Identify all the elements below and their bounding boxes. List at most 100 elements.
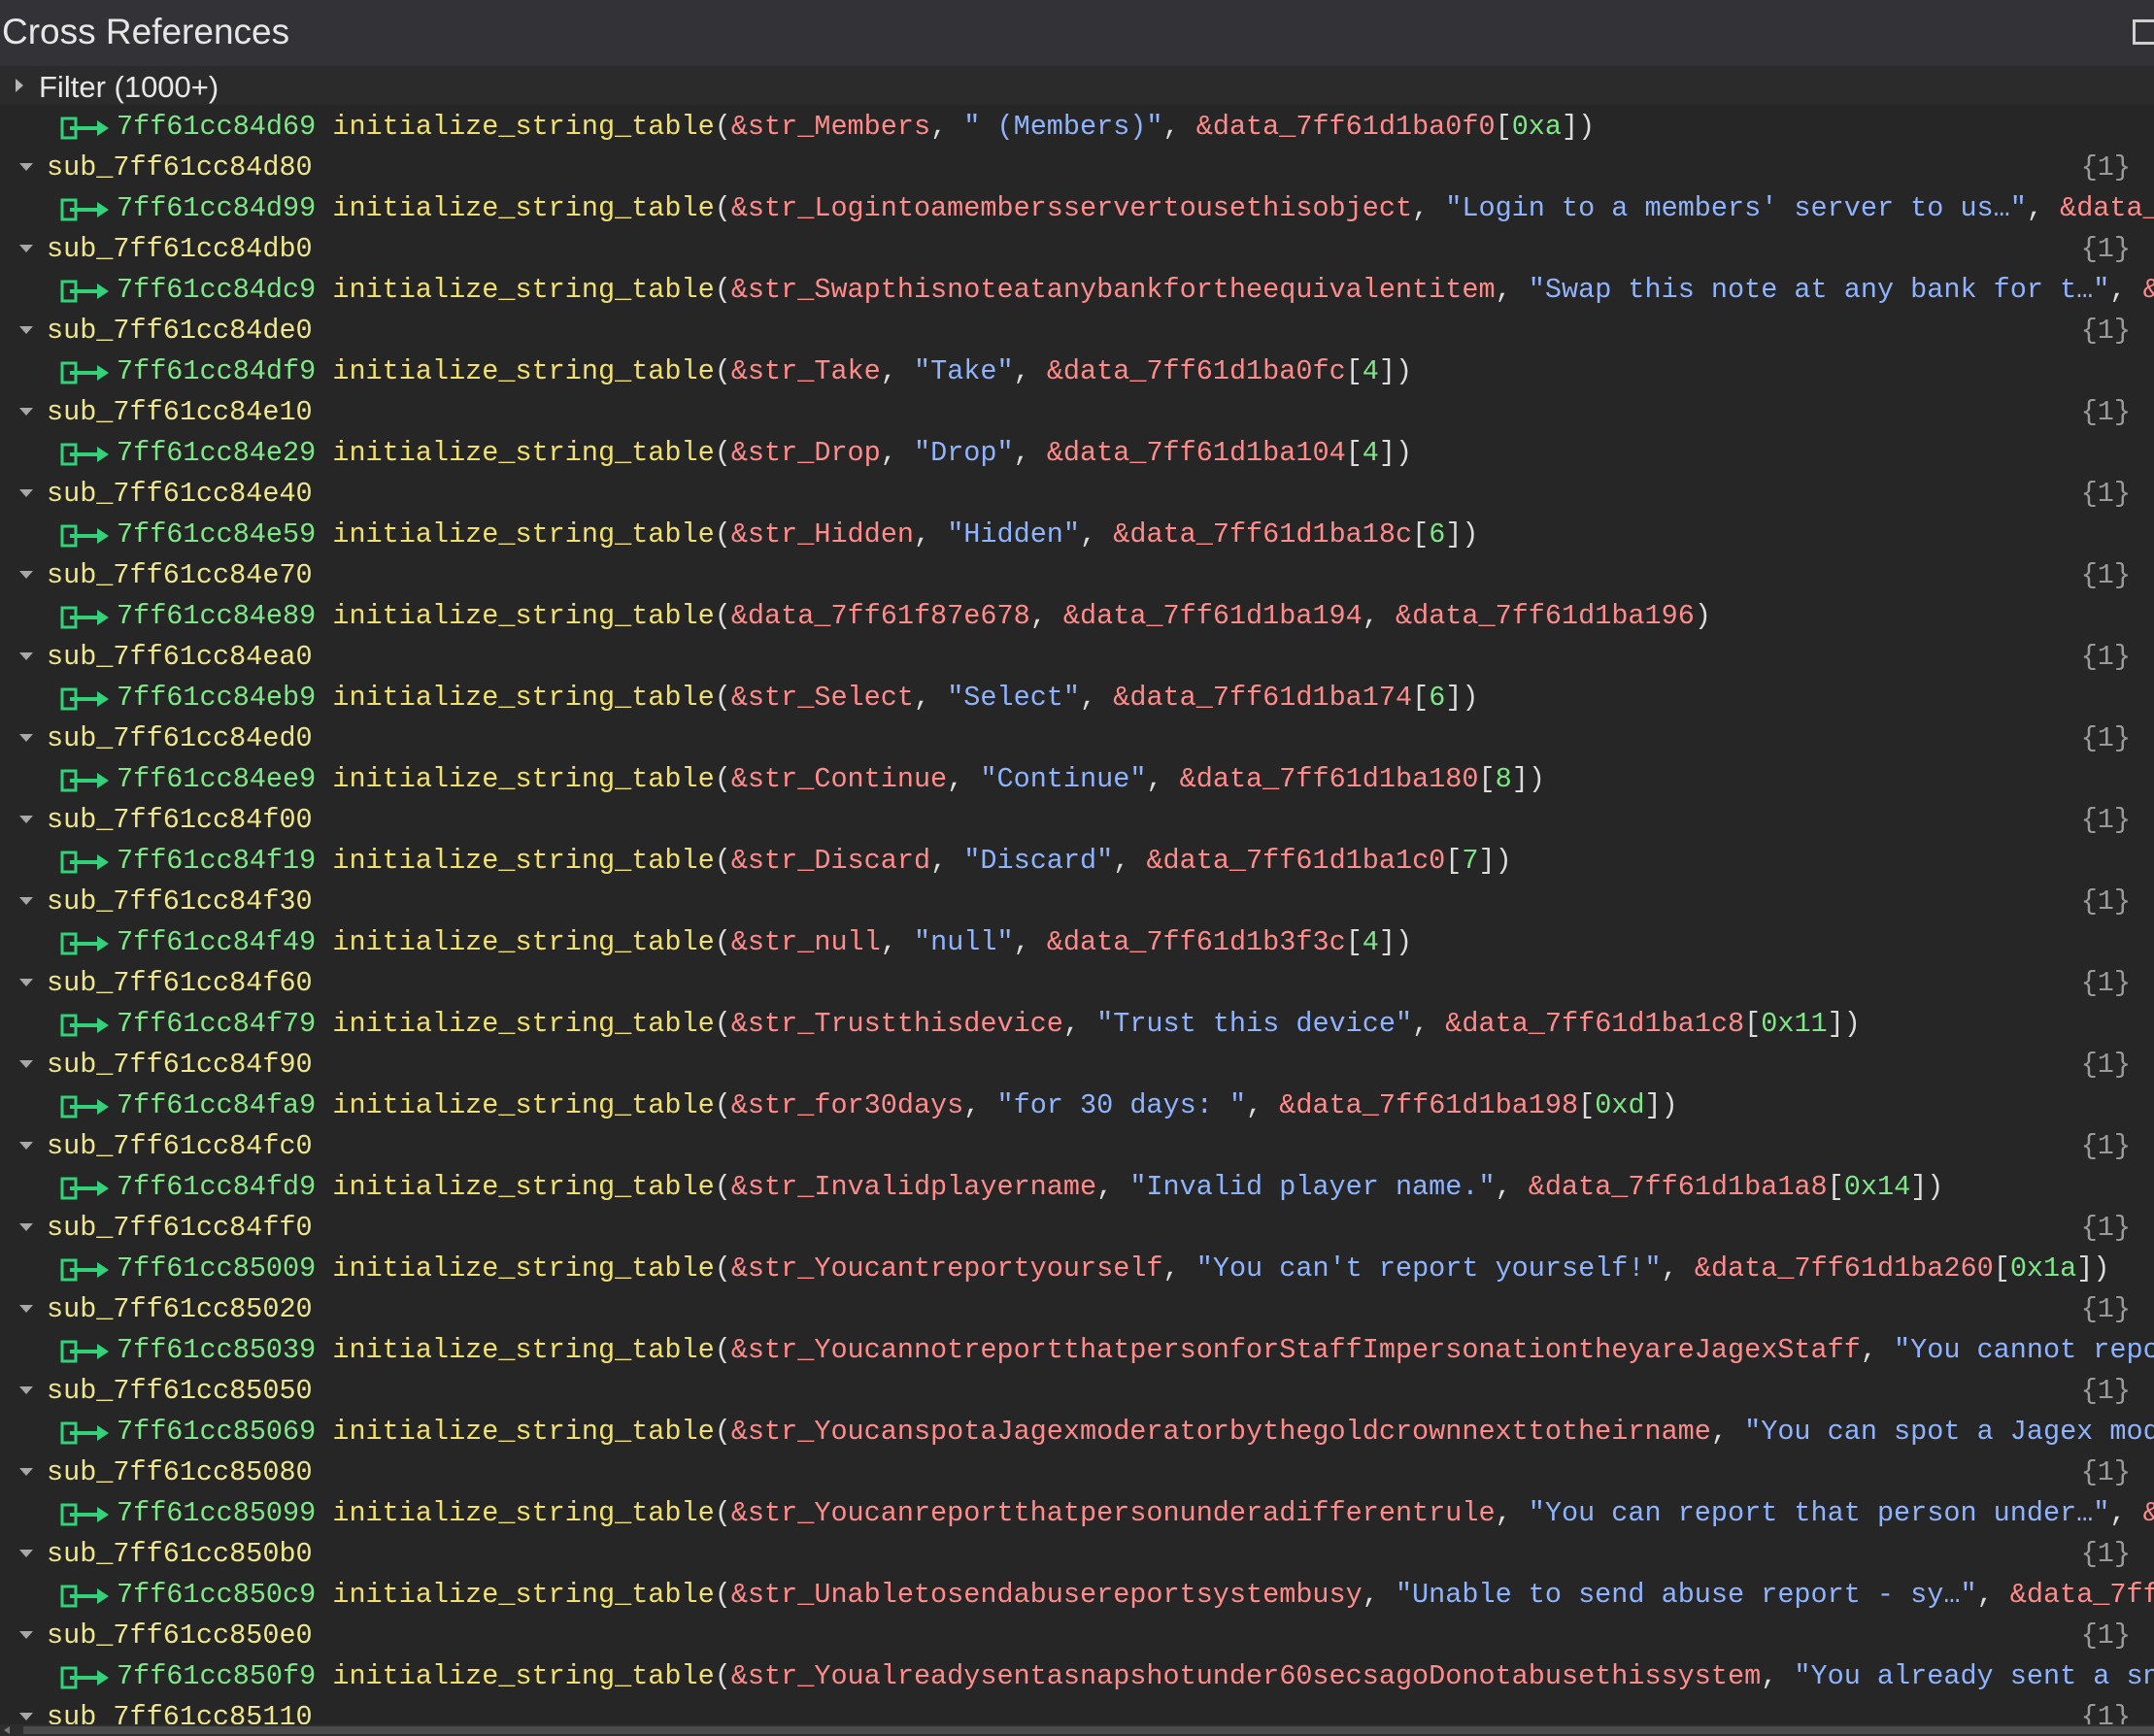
- expand-caret-icon[interactable]: [16, 79, 23, 92]
- xref-entry[interactable]: 7ff61cc85069 initialize_string_table(&st…: [0, 1412, 2154, 1452]
- function-name[interactable]: sub_7ff61cc84e70: [47, 555, 313, 596]
- function-group[interactable]: sub_7ff61cc85110 {1}: [0, 1697, 2154, 1724]
- collapse-caret-icon[interactable]: [19, 1142, 33, 1150]
- xref-code: 7ff61cc84fa9 initialize_string_table(&st…: [117, 1089, 1678, 1121]
- function-group[interactable]: sub_7ff61cc84f60 {1} 7ff61cc84f79 initiali…: [0, 963, 2154, 1045]
- function-group[interactable]: sub_7ff61cc84e10 {1} 7ff61cc84e29 initiali…: [0, 392, 2154, 474]
- xref-data: &data_7ff61d1ba18c: [1113, 518, 1413, 551]
- function-group[interactable]: sub_7ff61cc85020 {1} 7ff61cc85039 initiali…: [0, 1289, 2154, 1371]
- collapse-caret-icon[interactable]: [19, 245, 33, 252]
- xref-entry[interactable]: 7ff61cc84fd9 initialize_string_table(&st…: [0, 1167, 2154, 1208]
- function-name[interactable]: sub_7ff61cc84e40: [47, 474, 313, 515]
- xref-data: &data_7ff61d1ba0fc: [1046, 355, 1346, 387]
- function-name[interactable]: sub_7ff61cc84f00: [47, 800, 313, 841]
- collapse-caret-icon[interactable]: [19, 1631, 33, 1639]
- xref-entry[interactable]: 7ff61cc85009 initialize_string_table(&st…: [0, 1249, 2154, 1289]
- collapse-caret-icon[interactable]: [19, 734, 33, 742]
- collapse-caret-icon[interactable]: [19, 571, 33, 579]
- collapse-caret-icon[interactable]: [19, 1386, 33, 1394]
- filter-label[interactable]: Filter (1000+): [39, 70, 219, 105]
- function-group[interactable]: sub_7ff61cc850e0 {1} 7ff61cc850f9 initiali…: [0, 1616, 2154, 1697]
- function-group[interactable]: sub_7ff61cc84ea0 {1} 7ff61cc84eb9 initiali…: [0, 637, 2154, 718]
- function-group[interactable]: sub_7ff61cc84e40 {1} 7ff61cc84e59 initiali…: [0, 474, 2154, 555]
- xref-entry[interactable]: 7ff61cc84f49 initialize_string_table(&st…: [0, 922, 2154, 963]
- xref-entry[interactable]: 7ff61cc850c9 initialize_string_table(&st…: [0, 1575, 2154, 1616]
- xref-entry[interactable]: 7ff61cc85039 initialize_string_table(&st…: [0, 1330, 2154, 1371]
- collapse-caret-icon[interactable]: [19, 1305, 33, 1313]
- xref-arrow-icon: [60, 1585, 109, 1608]
- collapse-caret-icon[interactable]: [19, 326, 33, 334]
- collapse-caret-icon[interactable]: [19, 1060, 33, 1068]
- function-name[interactable]: sub_7ff61cc85020: [47, 1289, 313, 1330]
- function-group[interactable]: sub_7ff61cc85050 {1} 7ff61cc85069 initiali…: [0, 1371, 2154, 1452]
- xref-entry[interactable]: 7ff61cc85099 initialize_string_table(&st…: [0, 1493, 2154, 1534]
- xref-callee: initialize_string_table: [332, 845, 715, 877]
- function-name[interactable]: sub_7ff61cc85050: [47, 1371, 313, 1412]
- xref-count: {1}: [2080, 478, 2131, 510]
- xref-entry[interactable]: 7ff61cc84f19 initialize_string_table(&st…: [0, 841, 2154, 882]
- collapse-caret-icon[interactable]: [19, 652, 33, 660]
- collapse-caret-icon[interactable]: [19, 1713, 33, 1720]
- collapse-caret-icon[interactable]: [19, 163, 33, 171]
- function-name[interactable]: sub_7ff61cc84ea0: [47, 637, 313, 678]
- function-name[interactable]: sub_7ff61cc84ed0: [47, 718, 313, 759]
- xref-entry[interactable]: 7ff61cc84df9 initialize_string_table(&st…: [0, 351, 2154, 392]
- function-group[interactable]: sub_7ff61cc850b0 {1} 7ff61cc850c9 initiali…: [0, 1534, 2154, 1616]
- xref-arrow-icon: [60, 361, 109, 384]
- xref-entry[interactable]: 7ff61cc84d69 initialize_string_table(&st…: [0, 107, 2154, 148]
- function-name[interactable]: sub_7ff61cc84e10: [47, 392, 313, 433]
- xref-entry[interactable]: 7ff61cc84fa9 initialize_string_table(&st…: [0, 1085, 2154, 1126]
- xref-entry[interactable]: 7ff61cc84e89 initialize_string_table(&da…: [0, 596, 2154, 637]
- function-group[interactable]: sub_7ff61cc84d80 {1} 7ff61cc84d99 initiali…: [0, 148, 2154, 229]
- xref-entry[interactable]: 7ff61cc84f79 initialize_string_table(&st…: [0, 1004, 2154, 1045]
- function-name[interactable]: sub_7ff61cc850b0: [47, 1534, 313, 1575]
- xref-entry[interactable]: 7ff61cc84e29 initialize_string_table(&st…: [0, 433, 2154, 474]
- function-group[interactable]: sub_7ff61cc84fc0 {1} 7ff61cc84fd9 initiali…: [0, 1126, 2154, 1208]
- collapse-caret-icon[interactable]: [19, 816, 33, 823]
- function-name[interactable]: sub_7ff61cc84ff0: [47, 1208, 313, 1249]
- scroll-left-icon[interactable]: [4, 1726, 10, 1734]
- function-name[interactable]: sub_7ff61cc85080: [47, 1452, 313, 1493]
- function-group[interactable]: sub_7ff61cc84f90 {1} 7ff61cc84fa9 initiali…: [0, 1045, 2154, 1126]
- filter-bar[interactable]: Filter (1000+): [0, 66, 2154, 105]
- function-group[interactable]: sub_7ff61cc84ff0 {1} 7ff61cc85009 initiali…: [0, 1208, 2154, 1289]
- function-group[interactable]: sub_7ff61cc84de0 {1} 7ff61cc84df9 initiali…: [0, 311, 2154, 392]
- function-name[interactable]: sub_7ff61cc850e0: [47, 1616, 313, 1656]
- xref-count: {1}: [2080, 1375, 2131, 1407]
- function-name[interactable]: sub_7ff61cc85110: [47, 1697, 313, 1724]
- xref-entry[interactable]: 7ff61cc84ee9 initialize_string_table(&st…: [0, 759, 2154, 800]
- collapse-caret-icon[interactable]: [19, 408, 33, 416]
- collapse-caret-icon[interactable]: [19, 1468, 33, 1476]
- xref-entry[interactable]: 7ff61cc84e59 initialize_string_table(&st…: [0, 515, 2154, 555]
- function-name[interactable]: sub_7ff61cc84f30: [47, 882, 313, 922]
- function-name[interactable]: sub_7ff61cc84de0: [47, 311, 313, 351]
- xref-token: &data_7ff61d1ba196: [1395, 600, 1695, 632]
- xref-row[interactable]: 7ff61cc84d69 initialize_string_table(&st…: [0, 107, 2154, 148]
- xref-callee: initialize_string_table: [332, 355, 715, 387]
- collapse-caret-icon[interactable]: [19, 1550, 33, 1557]
- collapse-caret-icon[interactable]: [19, 489, 33, 497]
- function-name[interactable]: sub_7ff61cc84db0: [47, 229, 313, 270]
- collapse-caret-icon[interactable]: [19, 897, 33, 905]
- horizontal-scrollbar[interactable]: [0, 1724, 2154, 1736]
- function-name[interactable]: sub_7ff61cc84f60: [47, 963, 313, 1004]
- function-name[interactable]: sub_7ff61cc84fc0: [47, 1126, 313, 1167]
- scrollbar-thumb[interactable]: [23, 1726, 2154, 1734]
- xref-callee: initialize_string_table: [332, 111, 715, 143]
- function-group[interactable]: sub_7ff61cc84f00 {1} 7ff61cc84f19 initiali…: [0, 800, 2154, 882]
- xref-callee: initialize_string_table: [332, 1334, 715, 1366]
- function-name[interactable]: sub_7ff61cc84f90: [47, 1045, 313, 1085]
- collapse-caret-icon[interactable]: [19, 1223, 33, 1231]
- xref-entry[interactable]: 7ff61cc84dc9 initialize_string_table(&st…: [0, 270, 2154, 311]
- collapse-caret-icon[interactable]: [19, 979, 33, 986]
- xref-entry[interactable]: 7ff61cc850f9 initialize_string_table(&st…: [0, 1656, 2154, 1697]
- function-name[interactable]: sub_7ff61cc84d80: [47, 148, 313, 188]
- function-group[interactable]: sub_7ff61cc84f30 {1} 7ff61cc84f49 initiali…: [0, 882, 2154, 963]
- function-group[interactable]: sub_7ff61cc84e70 {1} 7ff61cc84e89 initiali…: [0, 555, 2154, 637]
- function-group[interactable]: sub_7ff61cc85080 {1} 7ff61cc85099 initiali…: [0, 1452, 2154, 1534]
- xref-entry[interactable]: 7ff61cc84d99 initialize_string_table(&st…: [0, 188, 2154, 229]
- function-group[interactable]: sub_7ff61cc84db0 {1} 7ff61cc84dc9 initiali…: [0, 229, 2154, 311]
- function-group[interactable]: sub_7ff61cc84ed0 {1} 7ff61cc84ee9 initiali…: [0, 718, 2154, 800]
- xref-entry[interactable]: 7ff61cc84eb9 initialize_string_table(&st…: [0, 678, 2154, 718]
- panel-options-icon[interactable]: [2133, 19, 2154, 45]
